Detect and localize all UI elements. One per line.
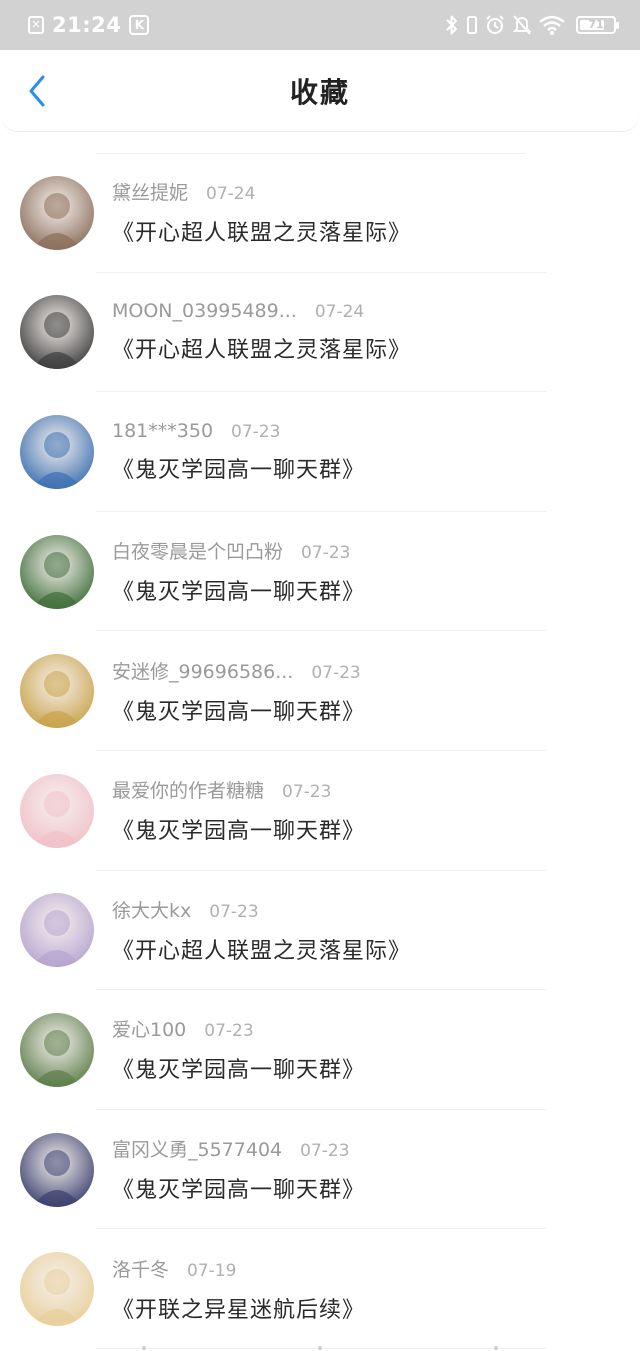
chevron-left-icon — [29, 75, 45, 107]
book-title[interactable]: 《开心超人联盟之灵落星际》 — [112, 933, 411, 965]
header: 收藏 — [0, 50, 640, 132]
item-text: 黛丝提妮 07-24 《开心超人联盟之灵落星际》 — [112, 178, 411, 247]
item-meta: 洛千冬 07-19 — [112, 1255, 365, 1282]
list-item[interactable]: 洛千冬 07-19 《开联之异星迷航后续》 — [0, 1229, 640, 1349]
item-meta: 181***350 07-23 — [112, 420, 365, 442]
avatar[interactable] — [20, 534, 94, 609]
avatar[interactable] — [20, 1132, 94, 1207]
date: 07-19 — [187, 1260, 237, 1281]
date: 07-23 — [209, 901, 259, 922]
book-title[interactable]: 《鬼灭学园高一聊天群》 — [112, 1052, 365, 1084]
date: 07-23 — [300, 1141, 350, 1162]
date: 07-24 — [206, 184, 256, 205]
close-notification-icon: ✕ — [28, 16, 44, 34]
page-title: 收藏 — [289, 75, 350, 109]
book-title[interactable]: 《开心超人联盟之灵落星际》 — [112, 215, 411, 247]
book-title[interactable]: 《鬼灭学园高一聊天群》 — [112, 694, 365, 726]
avatar[interactable] — [20, 295, 94, 370]
avatar[interactable] — [20, 1012, 94, 1087]
book-title[interactable]: 《鬼灭学园高一聊天群》 — [112, 574, 365, 606]
avatar[interactable] — [20, 654, 94, 729]
list-item[interactable]: 富冈义勇_5577404 07-23 《鬼灭学园高一聊天群》 — [0, 1110, 640, 1230]
item-text: 富冈义勇_5577404 07-23 《鬼灭学园高一聊天群》 — [112, 1135, 365, 1204]
item-text: 洛千冬 07-19 《开联之异星迷航后续》 — [112, 1255, 365, 1324]
avatar[interactable] — [20, 175, 94, 250]
avatar-image — [20, 893, 94, 968]
avatar[interactable] — [20, 893, 94, 968]
username[interactable]: 爱心100 — [112, 1015, 186, 1042]
item-text: 徐大大kx 07-23 《开心超人联盟之灵落星际》 — [112, 896, 411, 965]
avatar[interactable] — [20, 1252, 94, 1327]
date: 07-24 — [314, 302, 365, 323]
list-item[interactable]: 白夜零晨是个凹凸粉 07-23 《鬼灭学园高一聊天群》 — [0, 512, 640, 632]
date: 07-23 — [301, 543, 351, 564]
item-meta: 黛丝提妮 07-24 — [112, 178, 411, 205]
list-item[interactable]: 爱心100 07-23 《鬼灭学园高一聊天群》 — [0, 990, 640, 1110]
book-title[interactable]: 《开心超人联盟之灵落星际》 — [112, 332, 411, 364]
book-title[interactable]: 《鬼灭学园高一聊天群》 — [112, 813, 365, 845]
item-meta: 最爱你的作者糖糖 07-23 — [112, 776, 365, 803]
username[interactable]: 最爱你的作者糖糖 — [112, 776, 264, 803]
item-meta: 徐大大kx 07-23 — [112, 896, 411, 923]
username[interactable]: 白夜零晨是个凹凸粉 — [112, 537, 283, 564]
username[interactable]: MOON_03995489... — [112, 300, 297, 322]
status-time: 21:24 — [52, 13, 122, 37]
mute-icon — [512, 15, 532, 35]
wifi-icon — [539, 15, 565, 35]
username[interactable]: 安迷修_99696586... — [112, 657, 293, 684]
avatar[interactable] — [20, 773, 94, 848]
date: 07-23 — [311, 662, 361, 683]
username[interactable]: 黛丝提妮 — [112, 178, 188, 205]
list-item[interactable]: 安迷修_99696586... 07-23 《鬼灭学园高一聊天群》 — [0, 631, 640, 751]
username[interactable]: 181***350 — [112, 420, 213, 442]
item-text: 爱心100 07-23 《鬼灭学园高一聊天群》 — [112, 1015, 365, 1084]
alarm-icon — [486, 15, 504, 34]
date: 07-23 — [204, 1021, 254, 1042]
book-title[interactable]: 《开联之异星迷航后续》 — [112, 1292, 365, 1324]
avatar-image — [20, 534, 94, 609]
vibrate-icon — [467, 16, 477, 34]
item-text: 最爱你的作者糖糖 07-23 《鬼灭学园高一聊天群》 — [112, 776, 365, 845]
item-text: 181***350 07-23 《鬼灭学园高一聊天群》 — [112, 420, 365, 484]
date: 07-23 — [231, 421, 281, 442]
avatar-image — [20, 654, 94, 729]
username[interactable]: 徐大大kx — [112, 896, 191, 923]
avatar-image — [20, 295, 94, 370]
username[interactable]: 洛千冬 — [112, 1255, 169, 1282]
status-bar: ✕ 21:24 K 71 — [0, 0, 640, 50]
avatar-image — [20, 1012, 94, 1087]
item-meta: 白夜零晨是个凹凸粉 07-23 — [112, 537, 365, 564]
item-text: 白夜零晨是个凹凸粉 07-23 《鬼灭学园高一聊天群》 — [112, 537, 365, 606]
battery-icon: 71 — [576, 16, 619, 34]
avatar-image — [20, 175, 94, 250]
item-meta: 富冈义勇_5577404 07-23 — [112, 1135, 365, 1162]
list-item[interactable]: 黛丝提妮 07-24 《开心超人联盟之灵落星际》 — [0, 153, 640, 273]
bluetooth-icon — [446, 15, 457, 35]
scroll-indicator — [0, 1344, 640, 1351]
status-bar-left: ✕ 21:24 K — [28, 13, 150, 37]
avatar-image — [20, 773, 94, 848]
status-bar-right: 71 — [444, 14, 619, 36]
username[interactable]: 富冈义勇_5577404 — [112, 1135, 282, 1162]
item-meta: MOON_03995489... 07-24 — [112, 300, 411, 322]
battery-level: 71 — [588, 18, 604, 31]
item-text: 安迷修_99696586... 07-23 《鬼灭学园高一聊天群》 — [112, 657, 365, 726]
list-item[interactable]: 最爱你的作者糖糖 07-23 《鬼灭学园高一聊天群》 — [0, 751, 640, 871]
list-item[interactable]: 徐大大kx 07-23 《开心超人联盟之灵落星际》 — [0, 871, 640, 991]
date: 07-23 — [282, 782, 332, 803]
book-title[interactable]: 《鬼灭学园高一聊天群》 — [112, 452, 365, 484]
list-item[interactable]: 181***350 07-23 《鬼灭学园高一聊天群》 — [0, 392, 640, 512]
item-text: MOON_03995489... 07-24 《开心超人联盟之灵落星际》 — [112, 300, 411, 364]
back-button[interactable] — [20, 74, 54, 108]
avatar-image — [20, 1132, 94, 1207]
list-item[interactable]: MOON_03995489... 07-24 《开心超人联盟之灵落星际》 — [0, 273, 640, 393]
item-meta: 爱心100 07-23 — [112, 1015, 365, 1042]
avatar-image — [20, 1252, 94, 1327]
item-meta: 安迷修_99696586... 07-23 — [112, 657, 365, 684]
book-title[interactable]: 《鬼灭学园高一聊天群》 — [112, 1172, 365, 1204]
avatar-image — [20, 414, 94, 489]
avatar[interactable] — [20, 414, 94, 489]
favorites-list: 黛丝提妮 07-24 《开心超人联盟之灵落星际》 MOON_03995489... 07… — [0, 153, 640, 1349]
notification-badge: K — [129, 15, 150, 35]
